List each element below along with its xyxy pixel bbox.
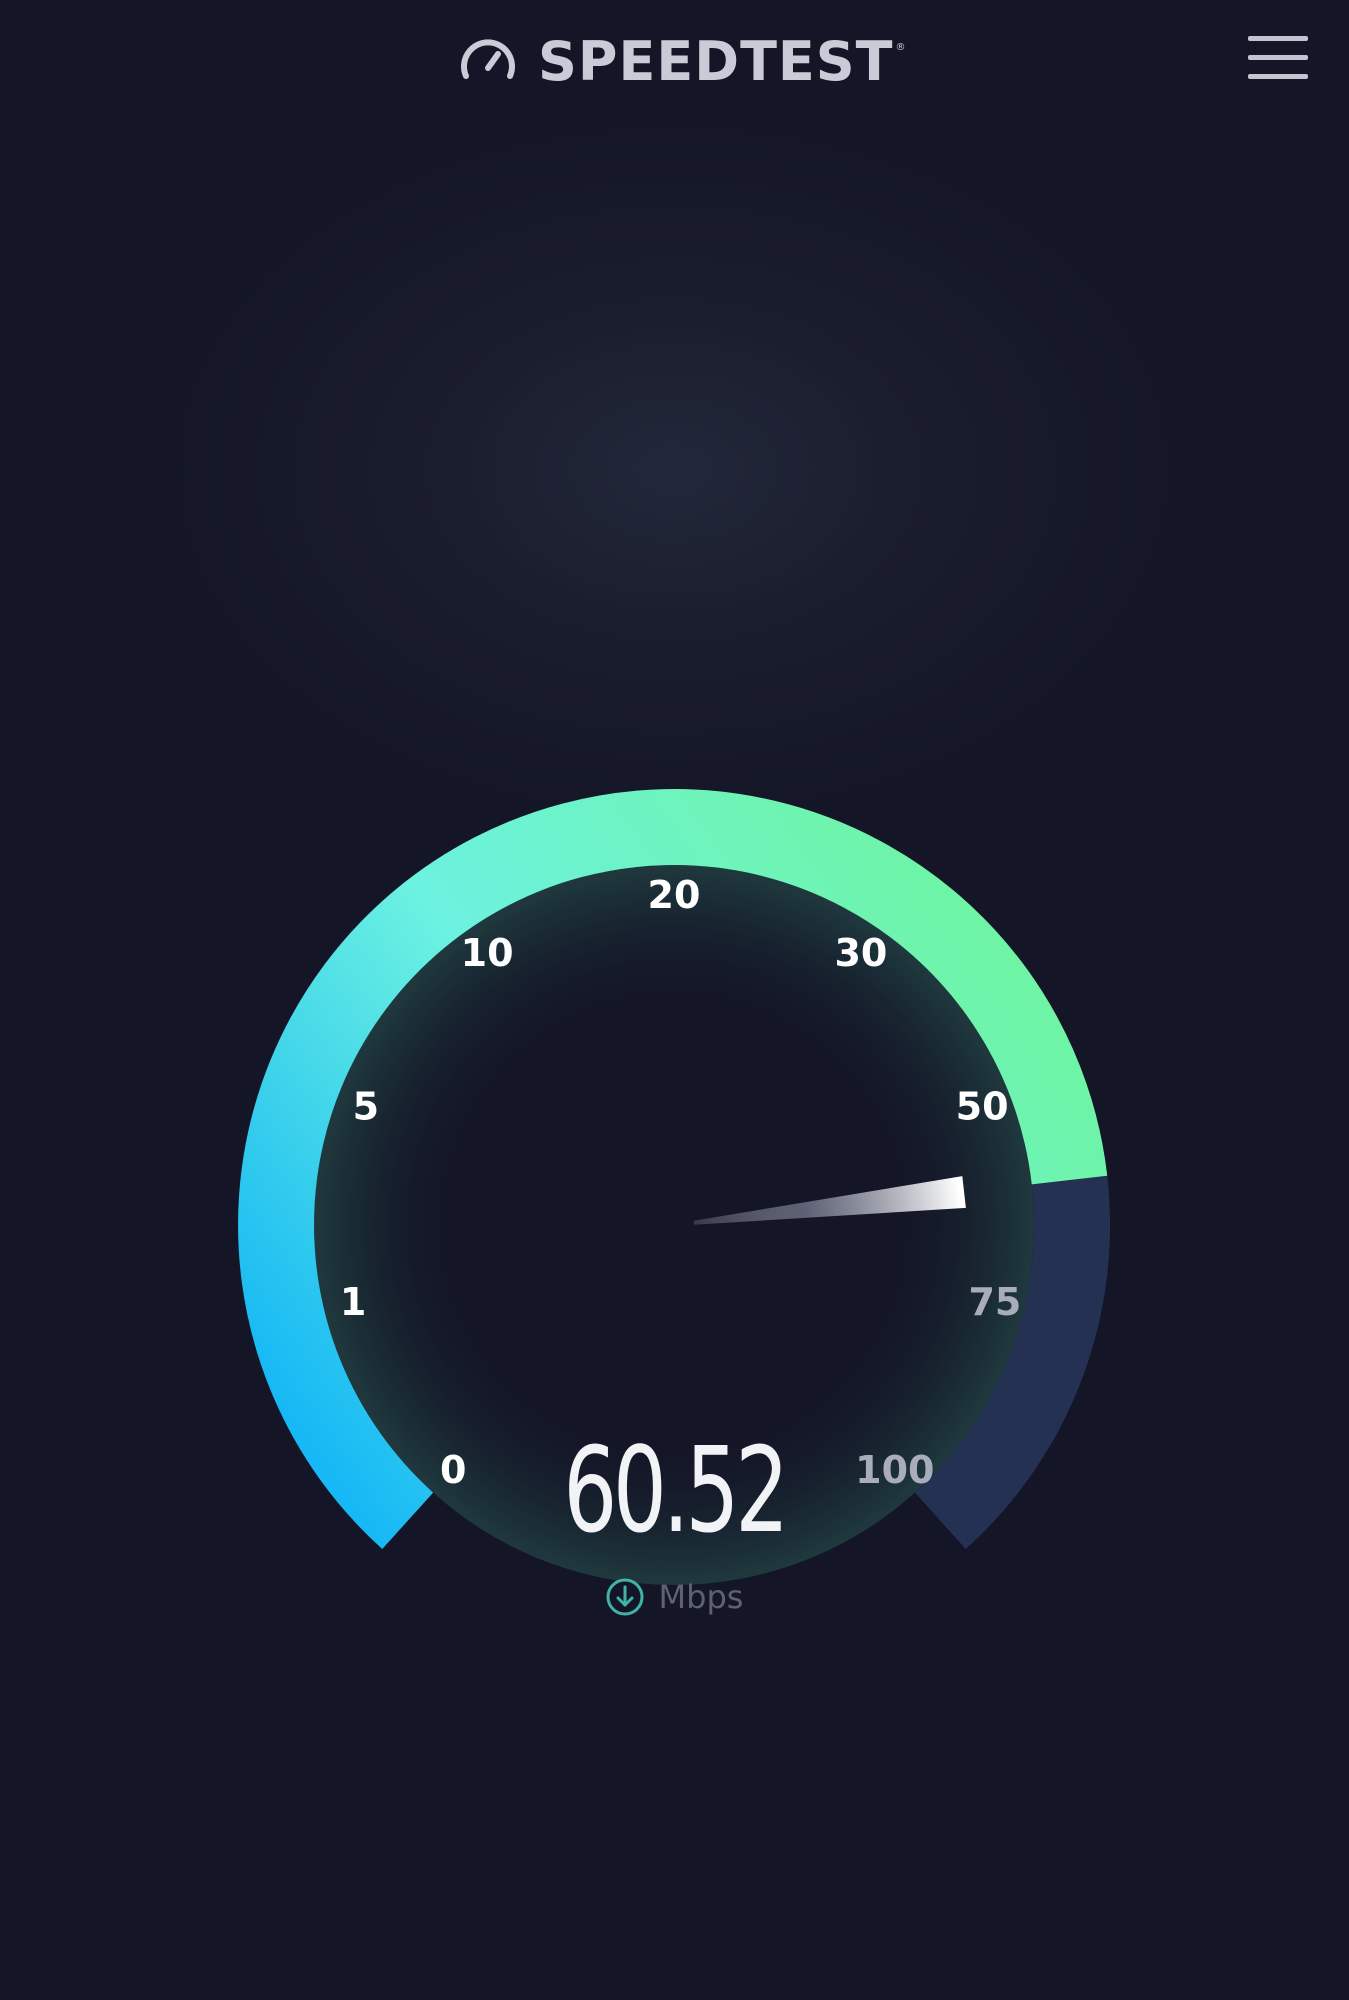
speed-gauge: 0 1 5 10 20 30 50 75 100 [238,789,1111,1585]
unit-label: Mbps [658,1578,744,1616]
gauge-tick-label-10: 10 [461,931,514,975]
download-arrow-icon [606,1578,644,1616]
unit-row: Mbps [574,1572,774,1622]
gauge-tick-label-20: 20 [648,873,701,917]
speed-value: 60.52 [563,1421,789,1559]
speedtest-screen: SPEEDTEST ® 01 5 10 20 30 50 75 100 60.5… [0,0,1349,2000]
gauge-tick-label-0: 0 [440,1448,466,1492]
gauge-tick-label-100: 100 [855,1448,934,1492]
gauge-tick-label-30: 30 [834,931,887,975]
gauge-tick-label-75: 75 [968,1280,1021,1324]
gauge-tick-label-50: 50 [956,1085,1009,1129]
gauge-tick-label-1: 1 [340,1280,366,1324]
gauge-tick-label-5: 5 [353,1085,379,1129]
